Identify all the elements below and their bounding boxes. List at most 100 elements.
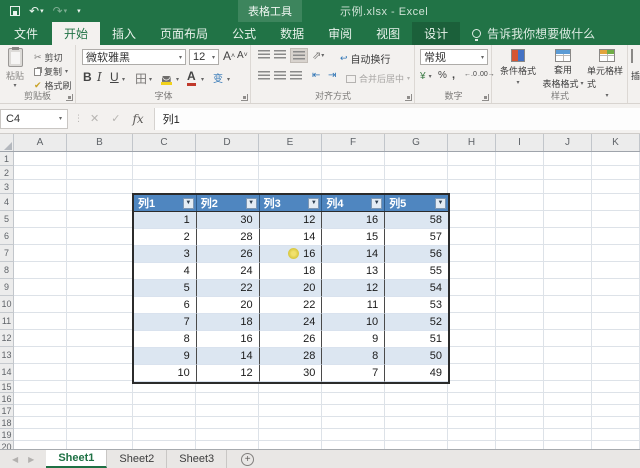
grid-cell[interactable] [544, 364, 592, 381]
grid-cell[interactable] [14, 194, 67, 211]
grid-cell[interactable] [14, 381, 67, 393]
row-header-12[interactable]: 12 [0, 330, 14, 347]
merge-center-button[interactable]: 合并后居中▾ [346, 72, 410, 85]
table-cell[interactable]: 10 [322, 314, 385, 331]
wrap-text-button[interactable]: ↩自动换行 [340, 51, 391, 66]
grid-cell[interactable] [448, 347, 496, 364]
font-color-button[interactable]: A [187, 69, 196, 86]
undo-button[interactable]: ↶▾ [29, 5, 44, 17]
grid-cell[interactable] [544, 279, 592, 296]
grid-cell[interactable] [196, 441, 259, 449]
table-cell[interactable]: 53 [385, 297, 448, 314]
table-cell[interactable]: 28 [197, 229, 260, 246]
grid-cell[interactable] [67, 228, 133, 245]
row-header-11[interactable]: 11 [0, 313, 14, 330]
grid-cell[interactable] [448, 152, 496, 166]
tab-视图[interactable]: 视图 [364, 22, 412, 45]
grid-cell[interactable] [67, 330, 133, 347]
grid-cell[interactable] [14, 166, 67, 180]
grid-cell[interactable] [196, 405, 259, 417]
grid-cell[interactable] [67, 180, 133, 194]
grid-cell[interactable] [448, 166, 496, 180]
number-dialog-launcher[interactable] [482, 94, 489, 101]
cut-button[interactable]: ✂剪切 [34, 51, 63, 64]
conditional-formatting-button[interactable]: 条件格式 ▾ [497, 49, 539, 86]
row-header-17[interactable]: 17 [0, 405, 14, 417]
grid-cell[interactable] [14, 180, 67, 194]
row-header-1[interactable]: 1 [0, 152, 14, 166]
table-cell[interactable]: 8 [134, 331, 197, 348]
grid-cell[interactable] [14, 417, 67, 429]
table-cell[interactable]: 18 [197, 314, 260, 331]
grid-cell[interactable] [544, 347, 592, 364]
paste-button[interactable]: 粘贴 ▾ [6, 48, 24, 89]
grid-cell[interactable] [67, 405, 133, 417]
phonetic-button[interactable]: 变 [213, 70, 223, 85]
grid-cell[interactable] [592, 417, 640, 429]
grid-cell[interactable] [592, 296, 640, 313]
grid-cell[interactable] [544, 330, 592, 347]
grid-cell[interactable] [592, 330, 640, 347]
grid-cell[interactable] [544, 211, 592, 228]
grid-cell[interactable] [133, 393, 196, 405]
grid-cell[interactable] [496, 393, 544, 405]
grid-cell[interactable] [14, 405, 67, 417]
row-header-15[interactable]: 15 [0, 381, 14, 393]
column-header-K[interactable]: K [592, 134, 640, 151]
grid-cell[interactable] [448, 262, 496, 279]
table-header-cell[interactable]: 列5▼ [385, 195, 448, 211]
decrease-indent-button[interactable]: ⇤ [312, 70, 320, 81]
row-header-19[interactable]: 19 [0, 429, 14, 441]
grid-cell[interactable] [496, 417, 544, 429]
table-cell[interactable]: 2 [134, 229, 197, 246]
grid-cell[interactable] [592, 313, 640, 330]
grid-cell[interactable] [544, 166, 592, 180]
tab-页面布局[interactable]: 页面布局 [148, 22, 220, 45]
grid-cell[interactable] [196, 393, 259, 405]
grid-cell[interactable] [496, 211, 544, 228]
grid-cell[interactable] [385, 429, 448, 441]
column-header-E[interactable]: E [259, 134, 322, 151]
sheet-tab-Sheet1[interactable]: Sheet1 [46, 450, 107, 468]
sheet-tab-Sheet3[interactable]: Sheet3 [167, 450, 227, 468]
row-header-13[interactable]: 13 [0, 347, 14, 364]
table-cell[interactable]: 30 [197, 212, 260, 229]
column-header-B[interactable]: B [67, 134, 133, 151]
column-header-I[interactable]: I [496, 134, 544, 151]
grid-cell[interactable] [544, 194, 592, 211]
grid-cell[interactable] [544, 245, 592, 262]
alignment-dialog-launcher[interactable] [405, 94, 412, 101]
grid-cell[interactable] [592, 228, 640, 245]
table-cell[interactable]: 20 [197, 297, 260, 314]
grid-cell[interactable] [385, 417, 448, 429]
grid-cell[interactable] [133, 417, 196, 429]
grid-cell[interactable] [14, 279, 67, 296]
grid-cell[interactable] [544, 393, 592, 405]
grid-cell[interactable] [133, 166, 196, 180]
grid-cell[interactable] [544, 417, 592, 429]
table-cell[interactable]: 22 [197, 280, 260, 297]
grid-cell[interactable] [544, 405, 592, 417]
sheet-prev-icon[interactable]: ◀ [12, 455, 18, 464]
row-header-8[interactable]: 8 [0, 262, 14, 279]
table-cell[interactable]: 54 [385, 280, 448, 297]
table-cell[interactable]: 57 [385, 229, 448, 246]
filter-button[interactable]: ▼ [435, 198, 446, 209]
table-cell[interactable]: 51 [385, 331, 448, 348]
grid-cell[interactable] [496, 296, 544, 313]
grid-cell[interactable] [592, 364, 640, 381]
grid-cell[interactable] [322, 393, 385, 405]
table-cell[interactable]: 11 [322, 297, 385, 314]
table-header-cell[interactable]: 列2▼ [197, 195, 260, 211]
save-button[interactable] [10, 6, 20, 16]
tab-file[interactable]: 文件 [0, 22, 52, 45]
format-as-table-button[interactable]: 套用 表格格式▾ [541, 49, 585, 90]
grid-cell[interactable] [133, 152, 196, 166]
grid-cell[interactable] [592, 245, 640, 262]
grid-cell[interactable] [496, 262, 544, 279]
align-middle-button[interactable] [274, 50, 286, 59]
table-cell[interactable]: 7 [134, 314, 197, 331]
grid-cell[interactable] [496, 279, 544, 296]
grid-cell[interactable] [322, 405, 385, 417]
table-cell[interactable]: 52 [385, 314, 448, 331]
